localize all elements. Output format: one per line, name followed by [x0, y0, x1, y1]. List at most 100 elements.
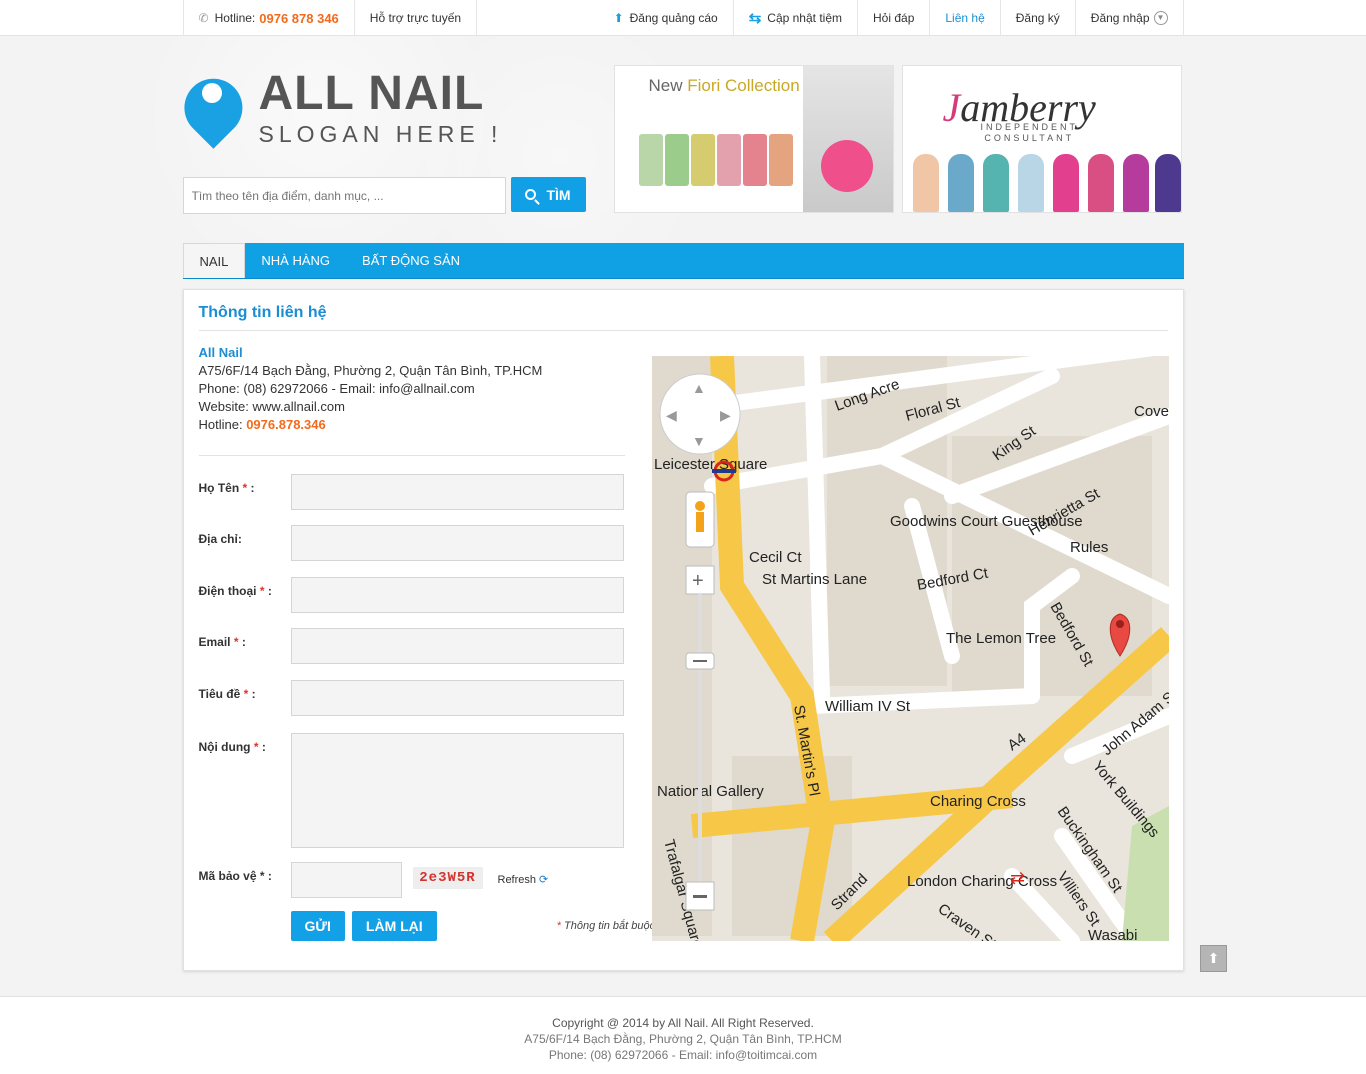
map-canvas[interactable]: Long Acre Floral St Covent Garden King S…	[651, 356, 1169, 941]
colon: :	[258, 740, 266, 754]
footer-copyright: Copyright @ 2014 by All Nail. All Right …	[552, 1016, 814, 1030]
nav-item-restaurant[interactable]: NHÀ HÀNG	[245, 243, 346, 278]
send-button[interactable]: GỬI	[290, 911, 345, 941]
hotline-label: Hotline:	[214, 11, 256, 25]
nail-image	[1052, 154, 1079, 212]
divider	[198, 330, 1168, 331]
svg-text:▼: ▼	[692, 433, 706, 449]
nail-bottle	[716, 134, 741, 186]
phone-label: Điện thoại * :	[199, 577, 291, 613]
colon: :	[238, 635, 246, 649]
refresh-icon: ⟳	[539, 874, 549, 886]
street-view-pegman-icon[interactable]	[685, 491, 714, 548]
search-button[interactable]: TÌM	[510, 177, 586, 212]
company-address: A75/6F/14 Bạch Đằng, Phường 2, Quận Tân …	[198, 363, 543, 378]
update-shop-label: Cập nhật tiệm	[767, 11, 842, 25]
colon: :	[264, 869, 272, 883]
colon: :	[264, 584, 272, 598]
captcha-refresh[interactable]: Refresh ⟳	[498, 873, 549, 898]
nail-bottle	[638, 134, 663, 186]
post-ad-link[interactable]: ⬆ Đăng quảng cáo	[599, 0, 734, 36]
email-label: Email * :	[199, 628, 291, 664]
contact-info: All Nail A75/6F/14 Bạch Đằng, Phường 2, …	[199, 344, 543, 434]
content-label: Nội dung * :	[199, 733, 291, 848]
nail-bottle	[768, 134, 793, 186]
email-label-text: Email	[198, 635, 231, 649]
form-row-address: Địa chỉ:	[199, 525, 624, 561]
captcha-image: 2e3W5R	[412, 867, 483, 889]
name-field[interactable]	[290, 474, 624, 510]
content-textarea[interactable]	[290, 733, 624, 848]
back-to-top-button[interactable]: ⬆	[1200, 945, 1227, 972]
contact-link[interactable]: Liên hệ	[930, 0, 1001, 36]
email-field[interactable]	[290, 628, 624, 664]
form-row-phone: Điện thoại * :	[199, 577, 624, 613]
nav-item-real-estate[interactable]: BẤT ĐỘNG SẢN	[346, 243, 476, 278]
svg-text:+: +	[692, 570, 704, 592]
captcha-label: Mã bảo vệ * :	[199, 862, 291, 898]
map-label: National Gallery	[657, 783, 764, 800]
subject-label-text: Tiêu đề	[198, 687, 241, 701]
company-hotline-label: Hotline:	[198, 417, 247, 432]
nail-image	[1154, 154, 1181, 212]
reset-button[interactable]: LÀM LẠI	[351, 911, 437, 941]
search-button-label: TÌM	[546, 186, 571, 203]
brand-slogan: SLOGAN HERE !	[258, 121, 503, 147]
company-hotline-number: 0976.878.346	[246, 417, 326, 432]
register-link[interactable]: Đăng ký	[1001, 0, 1076, 36]
ad-banner-jamberry[interactable]: Jamberry INDEPENDENT CONSULTANT	[901, 65, 1182, 213]
phone-label-text: Điện thoại	[198, 584, 257, 598]
address-field[interactable]	[290, 525, 624, 561]
phone-icon: ✆	[198, 11, 209, 25]
jamberry-logo-a: J	[942, 85, 961, 130]
map-label: William IV St	[825, 698, 911, 715]
map-label: Rules	[1070, 539, 1108, 556]
required-note-text: Thông tin bắt buộc	[564, 920, 656, 932]
top-bar: ✆ Hotline: 0976 878 346 Hỗ trợ trực tuyế…	[0, 0, 1366, 36]
search-input[interactable]	[182, 177, 506, 214]
divider	[198, 455, 625, 456]
captcha-field[interactable]	[290, 862, 402, 898]
refresh-icon: ⇆	[748, 10, 762, 27]
map-pan-control[interactable]: ▲ ▼ ◀ ▶	[659, 373, 740, 455]
post-ad-label: Đăng quảng cáo	[629, 11, 718, 25]
colon: :	[247, 481, 255, 495]
ad-banner-fiori[interactable]: New Fiori Collection	[613, 65, 894, 213]
flower-image	[820, 140, 873, 192]
header: ALL NAIL SLOGAN HERE ! TÌM New Fiori Col…	[171, 36, 1184, 242]
update-shop-link[interactable]: ⇆ Cập nhật tiệm	[734, 0, 858, 36]
captcha-label-text: Mã bảo vệ	[198, 869, 257, 883]
map-label: Charing Cross	[930, 793, 1026, 810]
form-row-content: Nội dung * :	[199, 733, 624, 848]
chevron-down-icon: ▼	[1153, 11, 1168, 25]
name-label: Họ Tên * :	[199, 474, 291, 510]
nail-image	[1087, 154, 1114, 212]
nail-bottle	[690, 134, 715, 186]
form-buttons: GỬI LÀM LẠI * Thông tin bắt buộc	[290, 911, 656, 941]
refresh-label: Refresh	[497, 874, 537, 886]
hotline-number: 0976 878 346	[259, 10, 339, 26]
ad-fiori-title-b: Fiori Collection	[687, 76, 800, 95]
nav-item-nail[interactable]: NAIL	[182, 243, 246, 278]
support-link[interactable]: Hỗ trợ trực tuyến	[355, 0, 478, 36]
map-label: Cecil Ct	[749, 549, 802, 566]
faq-link[interactable]: Hỏi đáp	[858, 0, 931, 36]
logo[interactable]: ALL NAIL SLOGAN HERE !	[171, 66, 503, 156]
nail-image	[1017, 154, 1044, 212]
map-label: St Martins Lane	[762, 571, 867, 588]
svg-text:▶: ▶	[720, 407, 731, 423]
form-row-subject: Tiêu đề * :	[199, 680, 624, 716]
map-label: Wasabi	[1088, 927, 1137, 941]
jamberry-sub2: CONSULTANT	[984, 133, 1075, 143]
subject-field[interactable]	[290, 680, 624, 716]
login-link[interactable]: Đăng nhập ▼	[1076, 0, 1184, 36]
rail-icon: ⇄	[1010, 868, 1025, 888]
form-row-email: Email * :	[199, 628, 624, 664]
brand-name: ALL NAIL	[258, 67, 485, 120]
nail-image	[982, 154, 1009, 212]
phone-field[interactable]	[290, 577, 624, 613]
svg-text:▲: ▲	[692, 380, 706, 396]
nail-image	[1122, 154, 1149, 212]
footer-contact: Phone: (08) 62972066 - Email: info@toiti…	[548, 1048, 818, 1062]
google-map[interactable]: Long Acre Floral St Covent Garden King S…	[651, 356, 1169, 941]
